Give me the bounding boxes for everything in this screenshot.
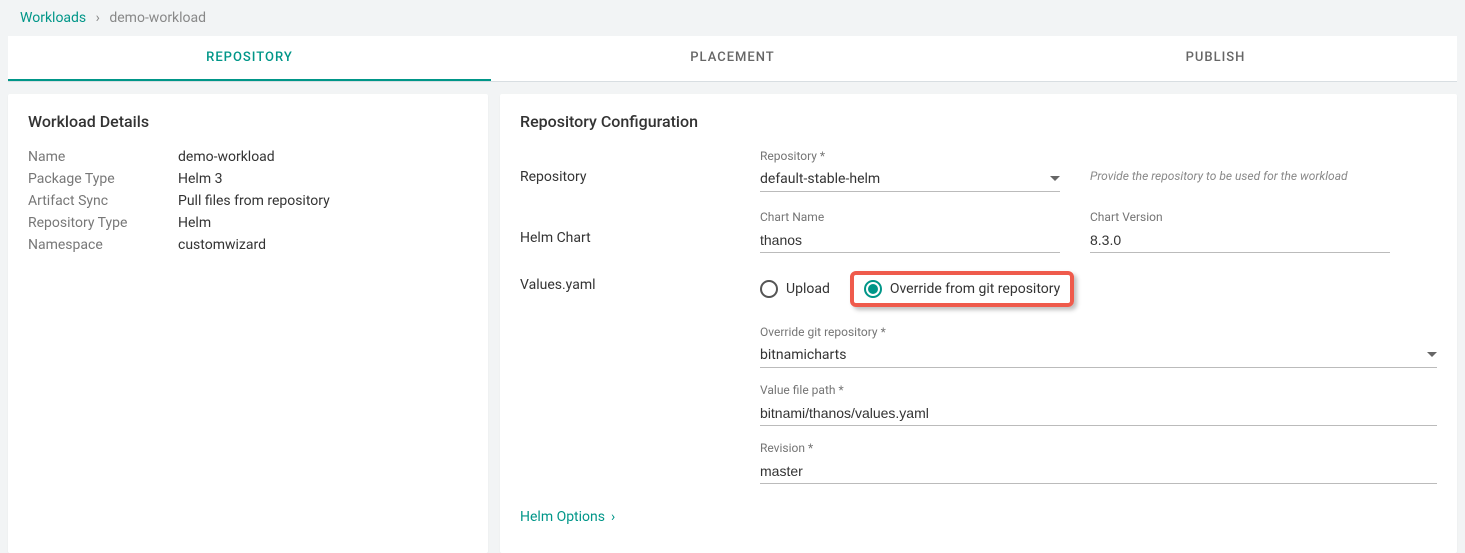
workload-details-panel: Workload Details Name demo-workload Pack… bbox=[8, 94, 488, 553]
breadcrumb-workloads-link[interactable]: Workloads bbox=[20, 10, 86, 26]
value-path-label: Value file path * bbox=[760, 383, 1437, 397]
tab-repository[interactable]: REPOSITORY bbox=[8, 36, 491, 81]
caret-down-icon bbox=[1427, 352, 1437, 358]
repository-select[interactable]: default-stable-helm bbox=[760, 165, 1060, 192]
detail-repo-type-label: Repository Type bbox=[28, 215, 178, 231]
caret-down-icon bbox=[1050, 176, 1060, 182]
tab-placement[interactable]: PLACEMENT bbox=[491, 36, 974, 81]
workload-details-title: Workload Details bbox=[28, 112, 468, 131]
breadcrumb: Workloads › demo-workload bbox=[0, 0, 1465, 36]
chart-version-label: Chart Version bbox=[1090, 210, 1390, 224]
repository-row-label: Repository bbox=[520, 149, 760, 185]
radio-upload-label: Upload bbox=[786, 281, 830, 297]
values-row-label: Values.yaml bbox=[520, 271, 760, 293]
repository-hint: Provide the repository to be used for th… bbox=[1090, 149, 1437, 183]
tabs: REPOSITORY PLACEMENT PUBLISH bbox=[8, 36, 1457, 82]
radio-override-label: Override from git repository bbox=[890, 281, 1060, 297]
helm-options-expand[interactable]: Helm Options › bbox=[520, 509, 615, 525]
chart-name-input[interactable] bbox=[760, 226, 1060, 253]
detail-name-label: Name bbox=[28, 149, 178, 165]
chevron-right-icon: › bbox=[96, 10, 100, 26]
detail-artifact-sync-label: Artifact Sync bbox=[28, 193, 178, 209]
highlight-annotation: Override from git repository bbox=[850, 271, 1074, 307]
value-path-input[interactable] bbox=[760, 399, 1437, 426]
detail-namespace-label: Namespace bbox=[28, 237, 178, 253]
override-repo-value: bitnamicharts bbox=[760, 347, 846, 363]
revision-input[interactable] bbox=[760, 457, 1437, 484]
revision-label: Revision * bbox=[760, 441, 1437, 455]
repository-field-label: Repository * bbox=[760, 149, 1060, 163]
override-repo-select[interactable]: bitnamicharts bbox=[760, 341, 1437, 368]
override-repo-label: Override git repository * bbox=[760, 325, 1437, 339]
chart-name-label: Chart Name bbox=[760, 210, 1060, 224]
detail-repo-type-value: Helm bbox=[178, 215, 211, 231]
detail-name-value: demo-workload bbox=[178, 149, 275, 165]
chevron-right-icon: › bbox=[611, 509, 615, 525]
radio-upload[interactable]: Upload bbox=[760, 280, 830, 298]
tab-publish[interactable]: PUBLISH bbox=[974, 36, 1457, 81]
repository-config-title: Repository Configuration bbox=[520, 112, 1437, 131]
chart-version-input[interactable] bbox=[1090, 226, 1390, 253]
radio-icon bbox=[760, 280, 778, 298]
detail-artifact-sync-value: Pull files from repository bbox=[178, 193, 330, 209]
detail-package-type-label: Package Type bbox=[28, 171, 178, 187]
helm-chart-row-label: Helm Chart bbox=[520, 210, 760, 246]
detail-package-type-value: Helm 3 bbox=[178, 171, 222, 187]
repository-select-value: default-stable-helm bbox=[760, 171, 880, 187]
detail-namespace-value: customwizard bbox=[178, 237, 266, 253]
radio-override[interactable]: Override from git repository bbox=[864, 280, 1060, 298]
helm-options-label: Helm Options bbox=[520, 509, 605, 525]
radio-icon-selected bbox=[864, 280, 882, 298]
repository-config-panel: Repository Configuration Repository Repo… bbox=[500, 94, 1457, 553]
breadcrumb-current: demo-workload bbox=[109, 10, 206, 26]
